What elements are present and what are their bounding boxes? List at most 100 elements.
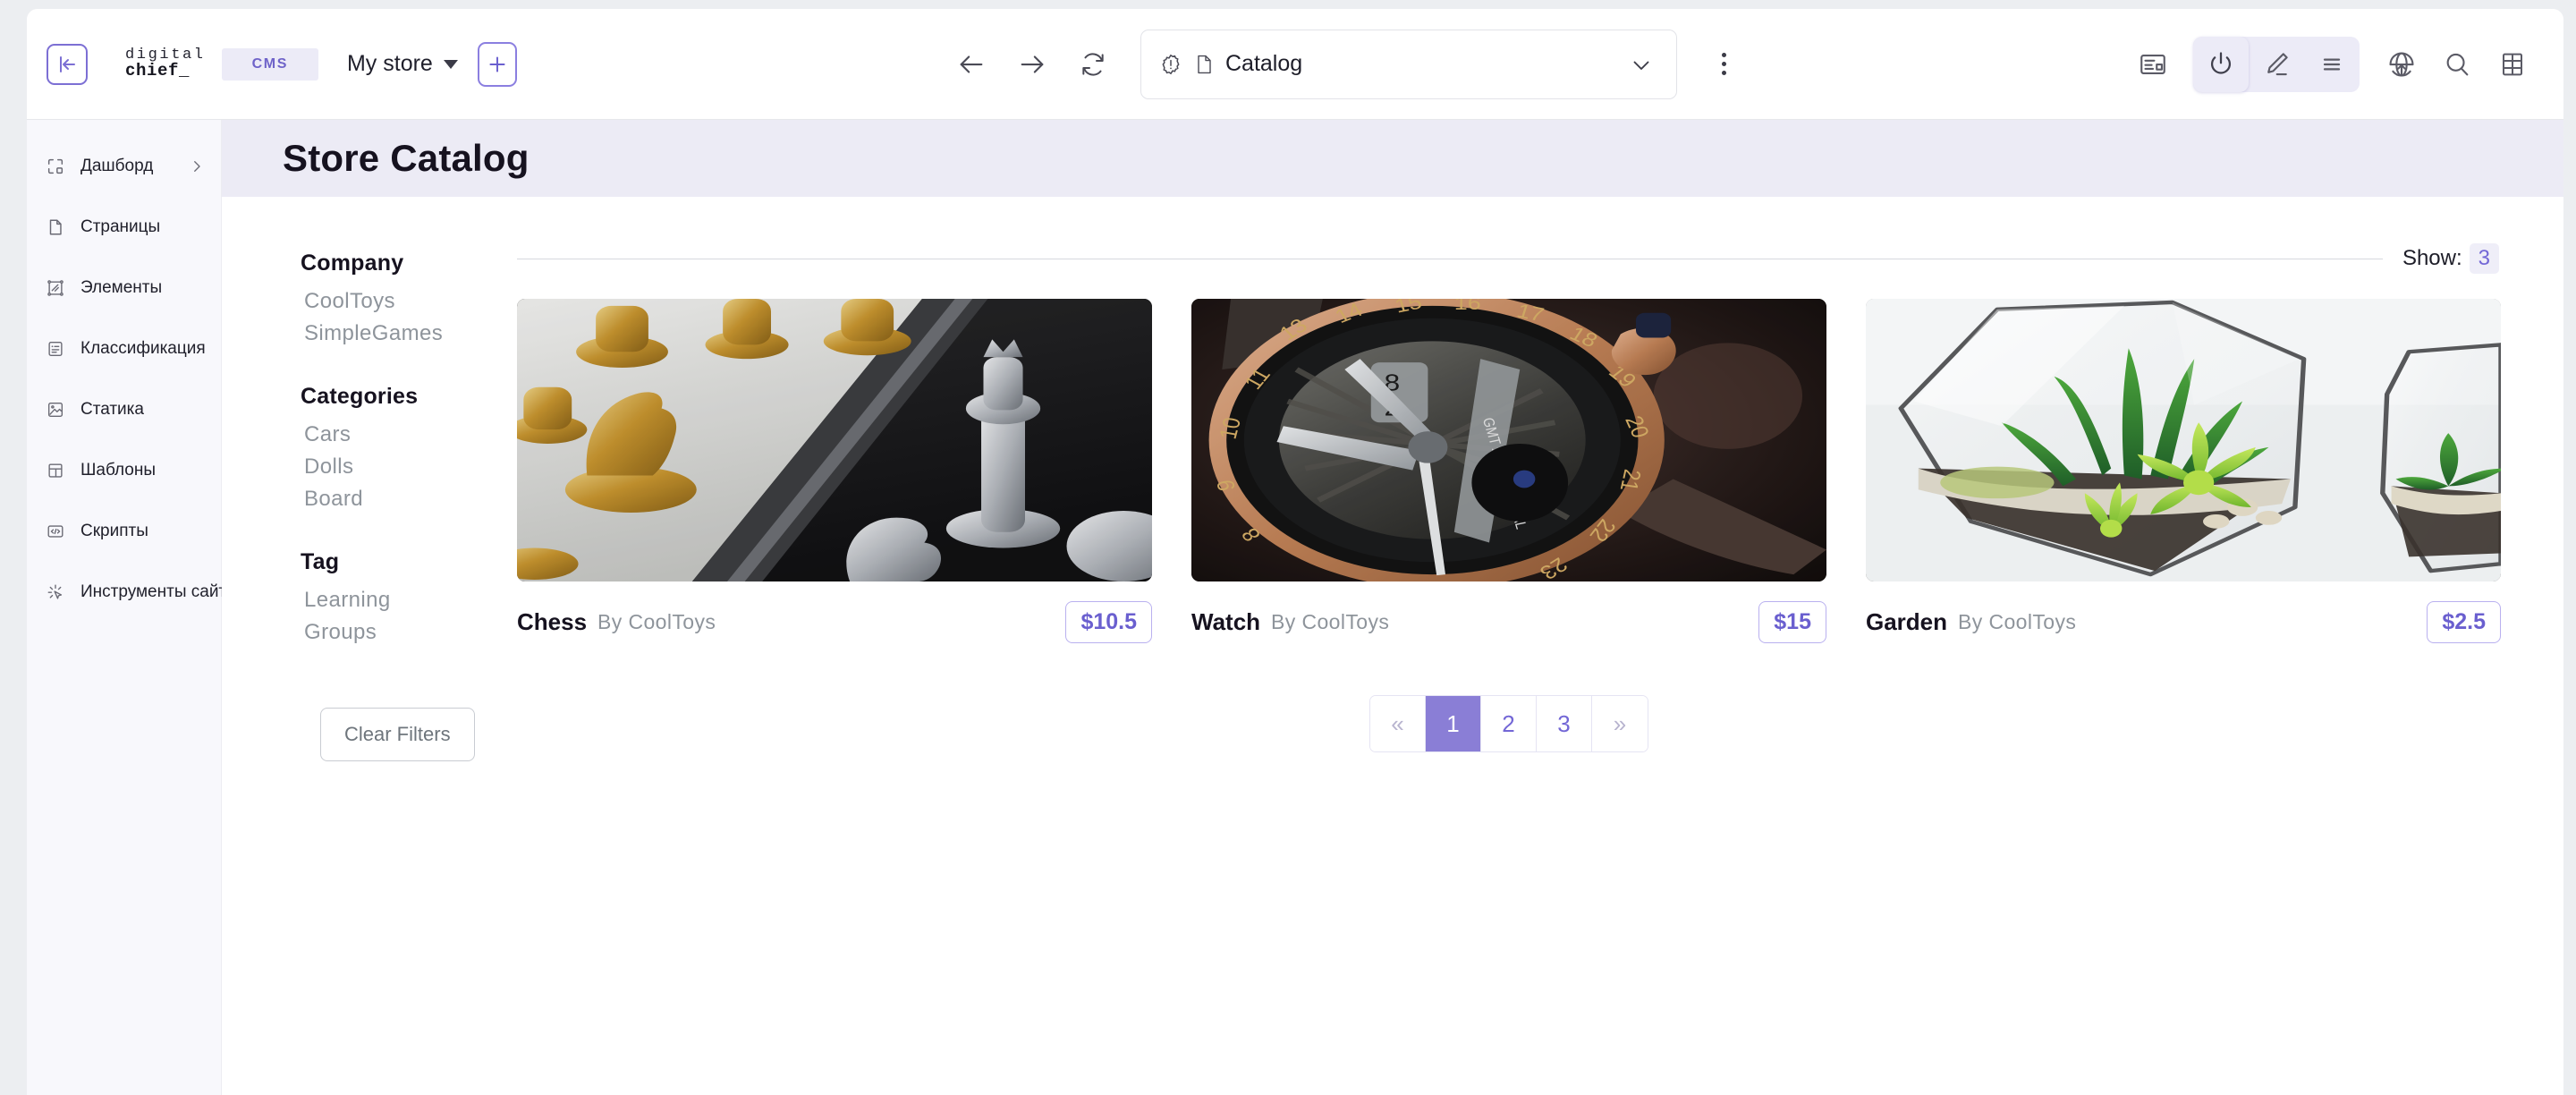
pagination-page-2[interactable]: 2 xyxy=(1481,696,1537,751)
sidebar-item-templates[interactable]: Шаблоны xyxy=(27,449,221,492)
product-name: Garden xyxy=(1866,608,1948,635)
kebab-dot xyxy=(1722,71,1726,75)
sidebar-item-site-tools[interactable]: Инструменты сайта xyxy=(27,571,262,614)
product-card-garden[interactable]: Garden By CoolToys $2.5 xyxy=(1866,299,2501,643)
forward-arrow-icon[interactable] xyxy=(1013,46,1051,83)
filter-panel: Company CoolToys SimpleGames Categories … xyxy=(222,243,517,761)
sidebar-item-scripts[interactable]: Скрипты xyxy=(27,510,221,553)
chevron-down-icon[interactable] xyxy=(1628,51,1655,78)
add-new-button[interactable] xyxy=(477,41,517,87)
app-window: digital chief_ CMS My store Catalog Дашб… xyxy=(27,9,2563,1095)
cms-badge: CMS xyxy=(221,47,318,81)
layout-blocks-icon[interactable] xyxy=(2125,37,2181,92)
templates-layout-icon xyxy=(45,460,66,481)
browser-nav-cluster: Catalog xyxy=(953,29,1726,99)
store-selector-label: My store xyxy=(346,51,433,76)
address-bar-value: Catalog xyxy=(1225,51,1303,76)
pagination-prev[interactable]: « xyxy=(1370,696,1426,751)
publish-globe-icon[interactable] xyxy=(2374,37,2429,92)
show-label-text: Show: xyxy=(2402,246,2462,270)
chess-board-illustration xyxy=(517,299,1152,581)
catalog-layout: Company CoolToys SimpleGames Categories … xyxy=(222,197,2563,761)
filter-group-tag: Tag Learning Groups xyxy=(301,549,517,649)
top-toolbar: digital chief_ CMS My store Catalog xyxy=(27,9,2563,120)
dashboard-icon xyxy=(45,156,66,177)
sidebar-item-label: Классификация xyxy=(80,339,206,358)
sidebar-item-static[interactable]: Статика xyxy=(27,388,221,431)
pagination-group: « 1 2 3 » xyxy=(1369,695,1648,752)
store-selector[interactable]: My store xyxy=(347,51,458,77)
search-icon[interactable] xyxy=(2429,37,2485,92)
filter-option-dolls[interactable]: Dolls xyxy=(301,451,517,483)
more-options-icon[interactable] xyxy=(1722,53,1726,75)
sidebar-item-elements[interactable]: Элементы xyxy=(27,267,221,310)
reload-icon[interactable] xyxy=(1074,46,1112,83)
page-title-band: Store Catalog xyxy=(222,120,2563,197)
product-image-watch[interactable]: 13 14 15 16 17 18 19 20 21 22 23 11 10 9… xyxy=(1191,299,1826,581)
product-footer: Chess By CoolToys $10.5 xyxy=(517,601,1152,643)
warning-badge-icon xyxy=(1159,53,1182,76)
sidebar-item-label: Элементы xyxy=(80,278,163,297)
show-count-value[interactable]: 3 xyxy=(2469,243,2499,274)
filter-option-simplegames[interactable]: SimpleGames xyxy=(301,318,517,350)
product-card-watch[interactable]: 13 14 15 16 17 18 19 20 21 22 23 11 10 9… xyxy=(1191,299,1826,643)
scripts-code-icon xyxy=(45,521,66,542)
filter-group-categories: Categories Cars Dolls Board xyxy=(301,384,517,515)
terrarium-illustration xyxy=(1866,299,2501,581)
product-price[interactable]: $2.5 xyxy=(2427,601,2501,643)
filter-group-heading: Company xyxy=(301,250,404,276)
sidebar-item-label: Дашборд xyxy=(80,157,154,175)
chevron-right-icon xyxy=(189,158,205,174)
filter-option-learning[interactable]: Learning xyxy=(301,584,517,616)
product-image-chess[interactable] xyxy=(517,299,1152,581)
address-bar[interactable]: Catalog xyxy=(1140,29,1677,99)
edit-mode-group xyxy=(2193,36,2360,92)
filter-option-cars[interactable]: Cars xyxy=(301,419,517,451)
pagination-next[interactable]: » xyxy=(1592,696,1648,751)
product-footer: Watch By CoolToys $15 xyxy=(1191,601,1826,643)
filter-option-board[interactable]: Board xyxy=(301,483,517,515)
main-sidebar: Дашборд Страницы Элементы Классификация … xyxy=(27,120,262,1095)
kebab-dot xyxy=(1722,62,1726,66)
clear-filters-button[interactable]: Clear Filters xyxy=(320,708,475,761)
pagination-page-3[interactable]: 3 xyxy=(1537,696,1592,751)
wristwatch-illustration: 13 14 15 16 17 18 19 20 21 22 23 11 10 9… xyxy=(1191,299,1826,581)
product-footer: Garden By CoolToys $2.5 xyxy=(1866,601,2501,643)
product-grid: Chess By CoolToys $10.5 13 14 15 16 17 1… xyxy=(517,299,2501,643)
product-image-garden[interactable] xyxy=(1866,299,2501,581)
back-arrow-icon[interactable] xyxy=(953,46,990,83)
filter-option-groups[interactable]: Groups xyxy=(301,616,517,649)
sidebar-item-label: Инструменты сайта xyxy=(80,582,236,601)
sidebar-item-classification[interactable]: Классификация xyxy=(27,327,221,370)
sidebar-item-label: Скрипты xyxy=(80,522,148,540)
product-toolbar: Show: 3 xyxy=(517,243,2501,274)
chevron-down-icon xyxy=(443,59,458,69)
sidebar-item-pages[interactable]: Страницы xyxy=(27,206,221,249)
menu-lines-icon[interactable] xyxy=(2304,37,2360,92)
product-name: Chess xyxy=(517,608,588,635)
product-card-chess[interactable]: Chess By CoolToys $10.5 xyxy=(517,299,1152,643)
page-file-icon xyxy=(1193,53,1215,76)
sidebar-item-label: Страницы xyxy=(80,217,161,236)
brand-line-2: chief_ xyxy=(125,61,191,81)
pages-file-icon xyxy=(45,216,66,238)
toolbar-left-group: digital chief_ CMS My store xyxy=(47,41,517,87)
pagination-page-1[interactable]: 1 xyxy=(1426,696,1481,751)
toolbar-right-group xyxy=(2125,36,2540,92)
app-body: Дашборд Страницы Элементы Классификация … xyxy=(27,120,2563,1095)
show-count-control[interactable]: Show: 3 xyxy=(2402,243,2499,274)
collapse-sidebar-icon[interactable] xyxy=(47,43,88,85)
product-vendor: By CoolToys xyxy=(1271,610,1390,633)
filter-option-cooltoys[interactable]: CoolToys xyxy=(301,285,517,318)
sidebar-item-label: Статика xyxy=(80,400,144,419)
grid-table-icon[interactable] xyxy=(2485,37,2540,92)
edit-pencil-icon[interactable] xyxy=(2249,37,2304,92)
product-vendor: By CoolToys xyxy=(1958,610,2077,633)
product-price[interactable]: $15 xyxy=(1758,601,1826,643)
site-tools-icon xyxy=(45,581,66,603)
filter-group-heading: Categories xyxy=(301,384,419,409)
product-price[interactable]: $10.5 xyxy=(1065,601,1152,643)
power-toggle-icon[interactable] xyxy=(2193,36,2249,92)
sidebar-item-dashboard[interactable]: Дашборд xyxy=(27,145,221,188)
static-image-icon xyxy=(45,399,66,420)
